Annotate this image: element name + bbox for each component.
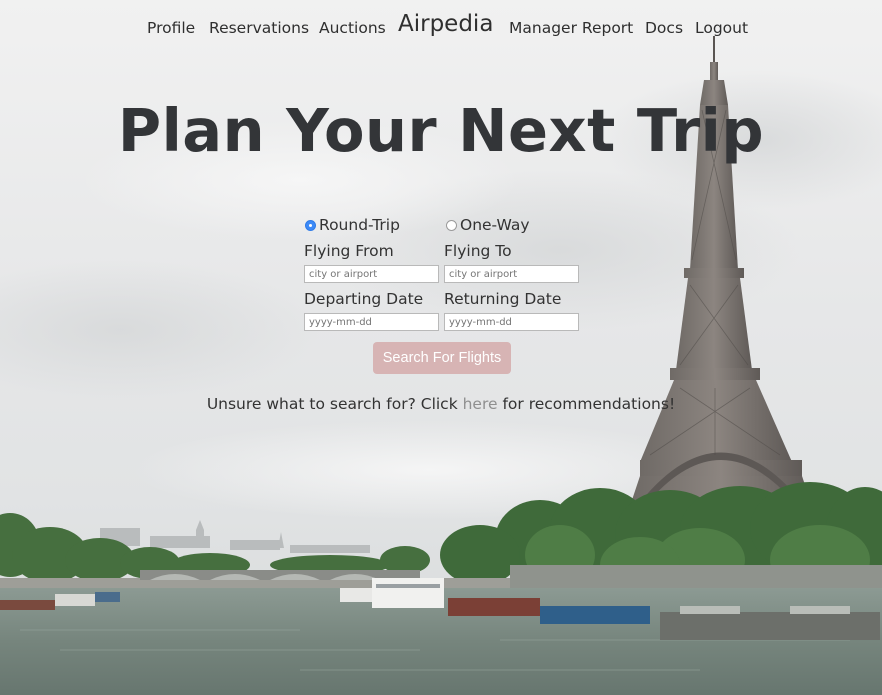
round-trip-radio[interactable]: Round-Trip — [305, 216, 400, 234]
radio-selected-icon[interactable] — [305, 220, 316, 231]
search-flights-button[interactable]: Search For Flights — [373, 342, 511, 374]
round-trip-label: Round-Trip — [319, 216, 400, 234]
departing-date-input[interactable] — [304, 313, 439, 331]
one-way-radio[interactable]: One-Way — [446, 216, 530, 234]
flying-from-label: Flying From — [304, 242, 394, 260]
one-way-label: One-Way — [460, 216, 530, 234]
radio-unselected-icon[interactable] — [446, 220, 457, 231]
flying-from-input[interactable] — [304, 265, 439, 283]
recommendation-link[interactable]: here — [463, 395, 498, 413]
page: Profile Reservations Auctions Airpedia M… — [0, 0, 882, 695]
recommendation-text: Unsure what to search for? Click here fo… — [0, 395, 882, 413]
flying-to-input[interactable] — [444, 265, 579, 283]
recommendation-prefix: Unsure what to search for? Click — [206, 395, 463, 413]
departing-date-label: Departing Date — [304, 290, 424, 308]
flight-search-form: Round-Trip One-Way Flying From Flying To… — [0, 0, 882, 695]
recommendation-suffix: for recommendations! — [497, 395, 676, 413]
returning-date-input[interactable] — [444, 313, 579, 331]
returning-date-label: Returning Date — [444, 290, 562, 308]
flying-to-label: Flying To — [444, 242, 512, 260]
